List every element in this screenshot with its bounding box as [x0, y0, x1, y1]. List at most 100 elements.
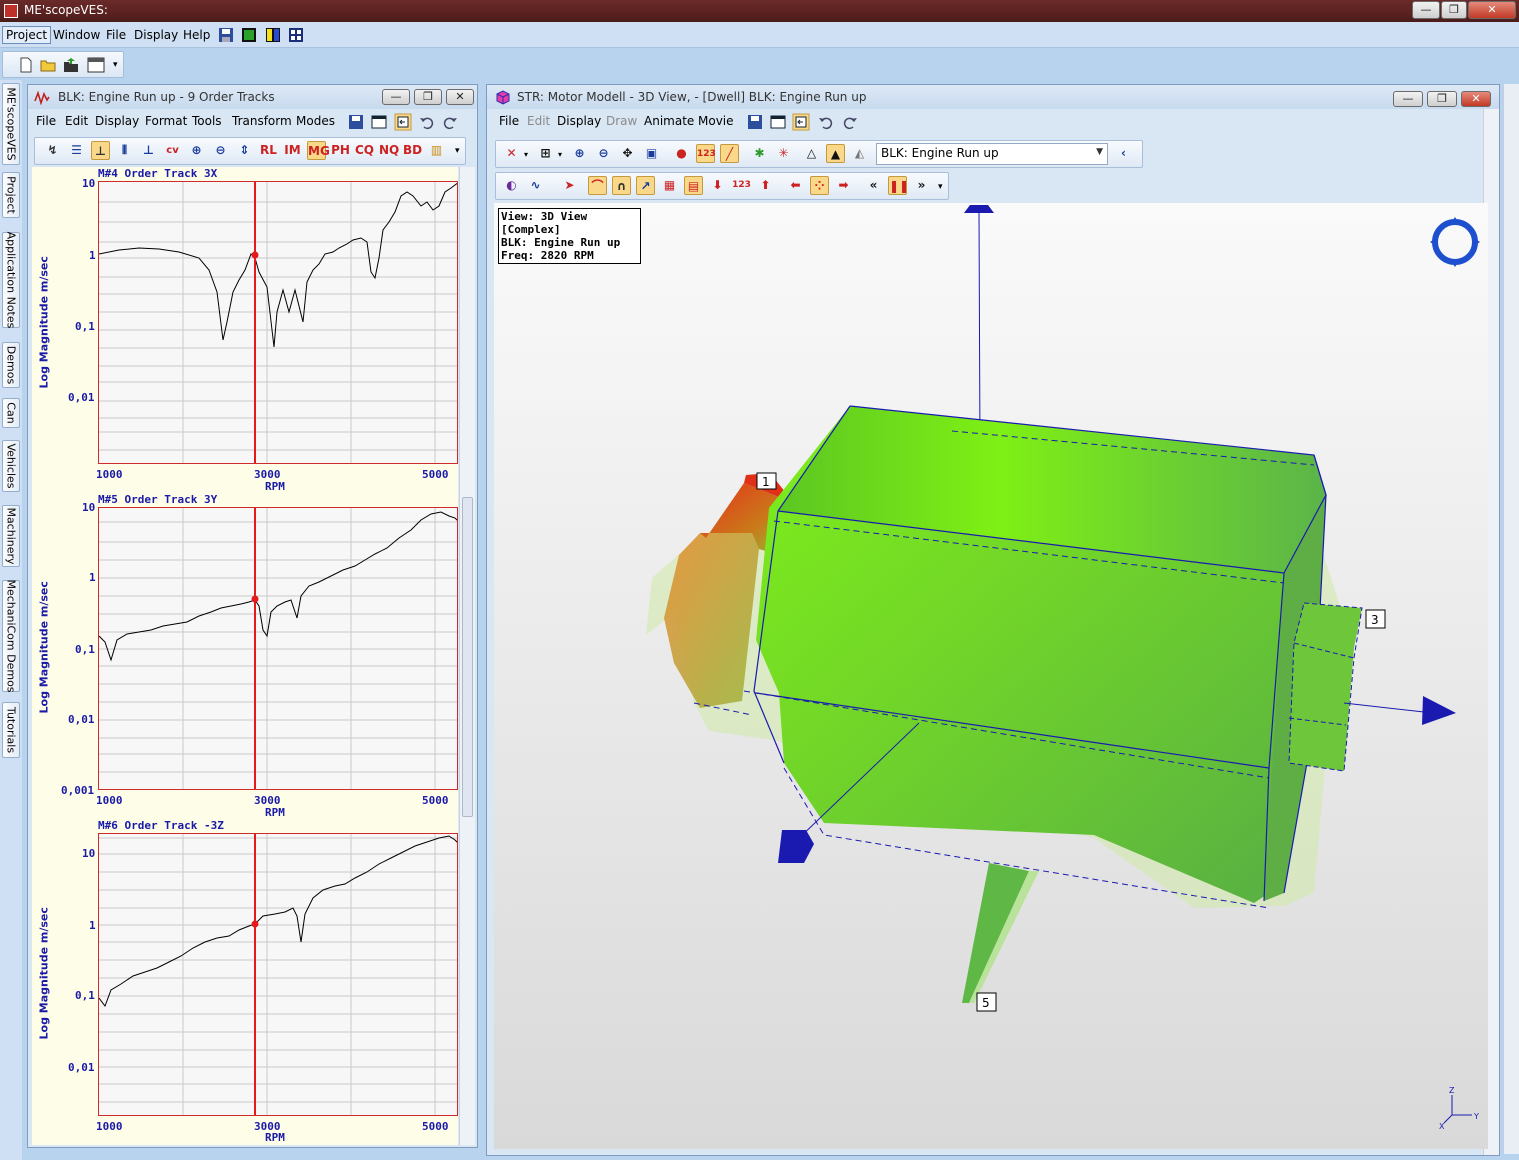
co-quad-button[interactable]: CQ — [355, 141, 374, 160]
window-frame-icon[interactable] — [371, 114, 387, 130]
sidetab-tutorials[interactable]: Tutorials — [2, 702, 20, 758]
sidetab-project[interactable]: Project — [2, 172, 20, 218]
tile-vertical-icon[interactable] — [265, 27, 281, 43]
plot-area-2[interactable] — [98, 507, 458, 790]
menu-file[interactable]: File — [103, 27, 129, 43]
zoom-in-icon[interactable]: ⊕ — [187, 141, 206, 160]
menu-window[interactable]: Window — [50, 27, 103, 43]
child-restore-button[interactable]: ❐ — [414, 89, 442, 105]
phase-button[interactable]: PH — [331, 141, 350, 160]
zoom-out-icon[interactable]: ⊖ — [594, 144, 613, 163]
animate-sine-icon[interactable]: ⌒ — [588, 176, 607, 195]
explode-icon[interactable]: ✳ — [774, 144, 793, 163]
child-minimize-button[interactable]: — — [382, 89, 410, 105]
rotate-compass-icon[interactable] — [1430, 217, 1480, 267]
sidetab-can[interactable]: Can — [2, 398, 20, 428]
dropdown-arrow-icon[interactable]: ▾ — [524, 150, 528, 159]
view-menu-movie[interactable]: Movie — [698, 114, 734, 128]
child-restore-button[interactable]: ❐ — [1427, 91, 1457, 107]
sidetab-vehicles[interactable]: Vehicles — [2, 440, 20, 492]
sidetab-demos[interactable]: Demos — [2, 342, 20, 388]
mode-shape-icon[interactable]: ✕ — [502, 144, 521, 163]
toolbar-overflow-icon[interactable]: ▾ — [455, 146, 460, 156]
plot-area-1[interactable] — [98, 181, 458, 464]
view-menu-file[interactable]: File — [499, 114, 519, 128]
child-menu-file[interactable]: File — [36, 114, 56, 128]
y-axis-tool-icon[interactable]: ⊥ — [91, 141, 110, 160]
desktop-scrollbar[interactable] — [1503, 84, 1519, 1154]
triangle-filled-icon[interactable]: ▲ — [826, 144, 845, 163]
save-icon[interactable] — [747, 114, 763, 130]
window-layout-icon[interactable] — [241, 27, 257, 43]
peak-cursor-icon[interactable]: ⊥ — [139, 141, 158, 160]
previous-block-icon[interactable]: ‹ — [1114, 144, 1133, 163]
arrow-up-icon[interactable]: ⬆ — [756, 176, 775, 195]
point-icon[interactable]: ● — [672, 144, 691, 163]
sidetab-application-notes[interactable]: Application Notes — [2, 232, 20, 328]
undo-icon[interactable] — [419, 114, 435, 130]
tile-grid-icon[interactable] — [288, 27, 304, 43]
animation-dots-icon[interactable]: ⁘ — [810, 176, 829, 195]
line-icon[interactable]: ╱ — [720, 144, 739, 163]
nyquist-button[interactable]: NQ — [379, 141, 399, 160]
sidetab-mechanicom-demos[interactable]: MechaniCom Demos — [2, 579, 20, 693]
child-close-button[interactable]: ✕ — [446, 89, 474, 105]
menu-display[interactable]: Display — [131, 27, 181, 43]
animate-shape-icon[interactable]: ∩ — [612, 176, 631, 195]
3d-view-canvas[interactable]: View: 3D View [Complex] BLK: Engine Run … — [494, 203, 1488, 1149]
rewind-icon[interactable]: « — [864, 176, 883, 195]
child-close-button[interactable]: ✕ — [1461, 91, 1491, 107]
real-part-button[interactable]: RL — [259, 141, 278, 160]
menu-project[interactable]: Project — [2, 26, 52, 44]
save-icon[interactable] — [348, 114, 364, 130]
arrow-right-icon[interactable]: ➡ — [834, 176, 853, 195]
view-menu-animate[interactable]: Animate — [644, 114, 694, 128]
arrow-left-icon[interactable]: ⬅ — [786, 176, 805, 195]
toolbar-overflow-icon[interactable]: ▾ — [113, 60, 118, 70]
triangle-shaded-icon[interactable]: ◭ — [850, 144, 869, 163]
sidetab-mescope[interactable]: ME'scopeVES — [2, 83, 20, 165]
color-map-icon[interactable]: ▦ — [660, 176, 679, 195]
close-button[interactable]: ✕ — [1468, 1, 1516, 19]
minimize-button[interactable]: — — [1412, 1, 1440, 19]
open-project-icon[interactable] — [63, 57, 79, 73]
view-reset-icon[interactable]: ▣ — [642, 144, 661, 163]
child-menu-edit[interactable]: Edit — [65, 114, 88, 128]
child-menu-format[interactable]: Format — [145, 114, 187, 128]
band-cursor-icon[interactable]: ⫴ — [115, 141, 134, 160]
new-file-icon[interactable] — [18, 57, 34, 73]
child-menu-transform[interactable]: Transform — [232, 114, 292, 128]
fast-animation-icon[interactable]: ➤ — [560, 176, 579, 195]
magnitude-button[interactable]: MG — [307, 141, 330, 160]
menu-help[interactable]: Help — [180, 27, 213, 43]
redo-icon[interactable] — [842, 114, 858, 130]
redo-icon[interactable] — [442, 114, 458, 130]
open-folder-icon[interactable] — [40, 57, 56, 73]
animate-arrow-icon[interactable]: ↗ — [636, 176, 655, 195]
pan-icon[interactable]: ✥ — [618, 144, 637, 163]
sidetab-machinery[interactable]: Machinery — [2, 505, 20, 567]
numbered-list-icon[interactable]: 123 — [732, 176, 751, 195]
arrow-down-icon[interactable]: ⬇ — [708, 176, 727, 195]
point-numbers-icon[interactable]: 123 — [696, 144, 716, 163]
child-menu-tools[interactable]: Tools — [192, 114, 222, 128]
list-tool-icon[interactable]: ☰ — [67, 141, 86, 160]
view-menu-display[interactable]: Display — [557, 114, 601, 128]
imaginary-part-button[interactable]: IM — [283, 141, 302, 160]
plots-scrollbar[interactable] — [459, 167, 475, 1145]
view-layout-icon[interactable]: ⊞ — [536, 144, 555, 163]
dropdown-arrow-icon[interactable]: ▾ — [558, 150, 562, 159]
vertical-scale-icon[interactable]: ⇕ — [235, 141, 254, 160]
dock-window-icon[interactable] — [792, 113, 810, 131]
window-frame-icon[interactable] — [770, 114, 786, 130]
bar-chart-icon[interactable]: ▥ — [427, 141, 446, 160]
slow-animation-icon[interactable]: ◐ — [502, 176, 521, 195]
child-minimize-button[interactable]: — — [1393, 91, 1423, 107]
surface-icon[interactable]: ✱ — [750, 144, 769, 163]
color-bar-icon[interactable]: ▤ — [684, 176, 703, 195]
view-menu-edit[interactable]: Edit — [527, 114, 550, 128]
view-menu-draw[interactable]: Draw — [606, 114, 637, 128]
bode-button[interactable]: BD — [403, 141, 422, 160]
pause-icon[interactable]: ❚❚ — [888, 176, 909, 195]
child-menu-display[interactable]: Display — [95, 114, 139, 128]
